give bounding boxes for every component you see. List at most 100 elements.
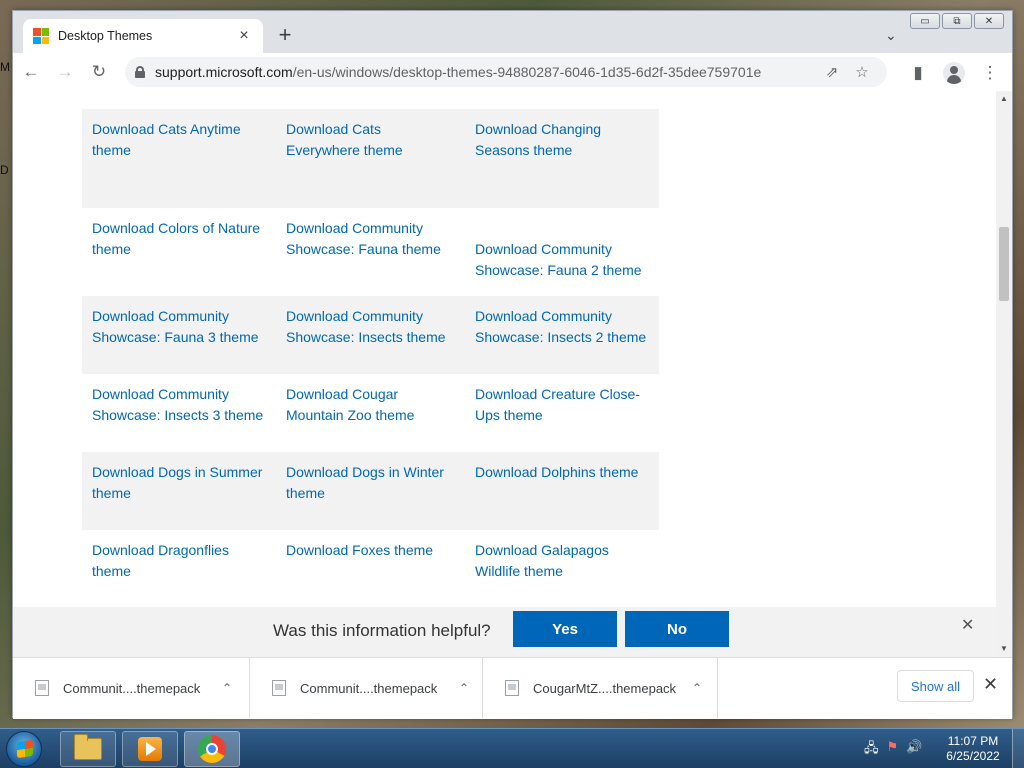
download-theme-link[interactable]: Download Dogs in Summer theme [92, 464, 262, 501]
download-theme-link[interactable]: Download Community Showcase: Fauna 3 the… [92, 308, 259, 345]
themes-cell: Download Community Showcase: Fauna theme [276, 208, 465, 296]
system-tray: 🖧 ⚑ 🔊 [864, 739, 922, 761]
reload-icon[interactable]: ↻ [83, 56, 115, 88]
themes-row: Download Dogs in Summer theme Download Do… [82, 452, 659, 530]
network-icon[interactable]: 🖧 [864, 739, 879, 761]
themes-cell: Download Dogs in Summer theme [82, 452, 276, 530]
themes-cell: Download Dragonflies theme [82, 530, 276, 608]
themes-row: Download Community Showcase: Insects 3 t… [82, 374, 659, 452]
file-explorer-taskbar-button[interactable] [60, 731, 116, 767]
taskbar-clock[interactable]: 11:07 PM 6/25/2022 [938, 734, 1008, 764]
themes-cell: Download Community Showcase: Insects 3 t… [82, 374, 276, 452]
show-desktop-button[interactable] [1012, 729, 1024, 768]
download-shelf: Communit....themepack ⌃ Communit....them… [13, 657, 1012, 719]
minimize-button[interactable]: ▭ [910, 13, 940, 29]
microsoft-logo-icon [33, 28, 49, 44]
url-text[interactable]: support.microsoft.com/en-us/windows/desk… [155, 64, 817, 80]
volume-icon[interactable]: 🔊 [906, 739, 922, 761]
file-icon [272, 680, 286, 696]
close-shelf-icon[interactable]: ✕ [983, 674, 998, 695]
themes-row: Download Community Showcase: Fauna 3 the… [82, 296, 659, 374]
scroll-down-icon[interactable]: ▼ [996, 641, 1012, 657]
feedback-bar: Was this information helpful? Yes No ✕ [13, 607, 996, 657]
feedback-no-button[interactable]: No [625, 611, 729, 647]
download-theme-link[interactable]: Download Community Showcase: Insects 3 t… [92, 386, 263, 423]
window-close-button[interactable]: ✕ [974, 13, 1004, 29]
download-theme-link[interactable]: Download Cats Anytime theme [92, 121, 241, 158]
scrollbar-thumb[interactable] [999, 227, 1009, 301]
restore-button[interactable]: ⧉ [942, 13, 972, 29]
chevron-up-icon[interactable]: ⌃ [450, 681, 478, 695]
download-theme-link[interactable]: Download Cougar Mountain Zoo theme [286, 386, 414, 423]
chrome-icon [198, 735, 226, 763]
download-name: CougarMtZ....themepack [533, 680, 677, 696]
themes-row: Download Dragonflies theme Download Foxes… [82, 530, 659, 608]
download-theme-link[interactable]: Download Creature Close-Ups theme [475, 386, 640, 423]
download-theme-link[interactable]: Download Dolphins theme [475, 464, 638, 480]
download-name: Communit....themepack [300, 680, 438, 696]
desktop-edge-text-1: M [0, 60, 10, 74]
themes-table: Download Cats Anytime theme Download Cats… [82, 109, 659, 608]
themes-cell: Download Cats Everywhere theme [276, 109, 465, 208]
download-theme-link[interactable]: Download Changing Seasons theme [475, 121, 601, 158]
tab-desktop-themes[interactable]: Desktop Themes × [23, 19, 263, 53]
download-theme-link[interactable]: Download Colors of Nature theme [92, 220, 260, 257]
themes-cell: Download Creature Close-Ups theme [465, 374, 659, 452]
bookmark-star-icon[interactable]: ☆ [847, 63, 877, 81]
page-content: Download Cats Anytime theme Download Cats… [13, 91, 996, 657]
profile-button[interactable] [938, 57, 970, 89]
browser-toolbar: ← → ↻ support.microsoft.com/en-us/window… [13, 53, 1012, 91]
media-player-taskbar-button[interactable] [122, 731, 178, 767]
clock-date: 6/25/2022 [946, 749, 1000, 763]
tab-title: Desktop Themes [58, 29, 153, 43]
themes-cell: Download Foxes theme [276, 530, 465, 608]
chevron-up-icon[interactable]: ⌃ [213, 681, 241, 695]
browser-window: Desktop Themes × + ⌄ ▭ ⧉ ✕ ← → ↻ support… [12, 10, 1013, 719]
forward-icon[interactable]: → [49, 56, 81, 88]
download-theme-link[interactable]: Download Community Showcase: Fauna theme [286, 220, 441, 257]
download-theme-link[interactable]: Download Community Showcase: Fauna 2 the… [475, 241, 642, 278]
show-all-downloads-button[interactable]: Show all [897, 670, 974, 702]
toolbar-right: ▮ ⋮ [900, 57, 1006, 89]
download-theme-link[interactable]: Download Galapagos Wildlife theme [475, 542, 609, 579]
chevron-up-icon[interactable]: ⌃ [683, 681, 711, 695]
themes-cell: Download Colors of Nature theme [82, 208, 276, 296]
download-item[interactable]: Communit....themepack ⌃ [13, 658, 250, 718]
themes-cell: Download Cats Anytime theme [82, 109, 276, 208]
chrome-taskbar-button[interactable] [184, 731, 240, 767]
desktop-edge-text-2: D [0, 163, 9, 177]
themes-cell: Download Community Showcase: Fauna 2 the… [465, 208, 659, 296]
download-theme-link[interactable]: Download Cats Everywhere theme [286, 121, 403, 158]
feedback-yes-button[interactable]: Yes [513, 611, 617, 647]
download-theme-link[interactable]: Download Dragonflies theme [92, 542, 229, 579]
back-icon[interactable]: ← [15, 56, 47, 88]
themes-cell: Download Dolphins theme [465, 452, 659, 530]
side-panel-icon[interactable]: ▮ [902, 57, 934, 89]
taskbar: 🖧 ⚑ 🔊 11:07 PM 6/25/2022 [0, 728, 1024, 768]
download-theme-link[interactable]: Download Community Showcase: Insects the… [286, 308, 446, 345]
menu-icon[interactable]: ⋮ [974, 57, 1006, 89]
download-theme-link[interactable]: Download Foxes theme [286, 542, 433, 558]
themes-cell: Download Cougar Mountain Zoo theme [276, 374, 465, 452]
page-scrollbar[interactable]: ▲ ▼ [996, 91, 1012, 657]
tab-search-icon[interactable]: ⌄ [885, 27, 897, 44]
new-tab-button[interactable]: + [275, 24, 295, 46]
feedback-close-icon[interactable]: ✕ [961, 615, 974, 635]
tab-strip: Desktop Themes × + ⌄ ▭ ⧉ ✕ [13, 11, 1012, 53]
file-icon [35, 680, 49, 696]
file-icon [505, 680, 519, 696]
lock-icon[interactable] [135, 66, 145, 78]
download-item[interactable]: CougarMtZ....themepack ⌃ [483, 658, 718, 718]
address-bar[interactable]: support.microsoft.com/en-us/windows/desk… [125, 57, 887, 87]
download-item[interactable]: Communit....themepack ⌃ [250, 658, 483, 718]
themes-cell: Download Dogs in Winter theme [276, 452, 465, 530]
start-button[interactable] [6, 731, 42, 767]
download-theme-link[interactable]: Download Dogs in Winter theme [286, 464, 444, 501]
download-theme-link[interactable]: Download Community Showcase: Insects 2 t… [475, 308, 646, 345]
scroll-up-icon[interactable]: ▲ [996, 91, 1012, 107]
flag-icon[interactable]: ⚑ [887, 739, 899, 761]
tab-close-icon[interactable]: × [235, 27, 253, 45]
media-player-icon [138, 737, 162, 761]
share-icon[interactable]: ⇗ [817, 63, 847, 81]
themes-row: Download Colors of Nature theme Download … [82, 208, 659, 296]
